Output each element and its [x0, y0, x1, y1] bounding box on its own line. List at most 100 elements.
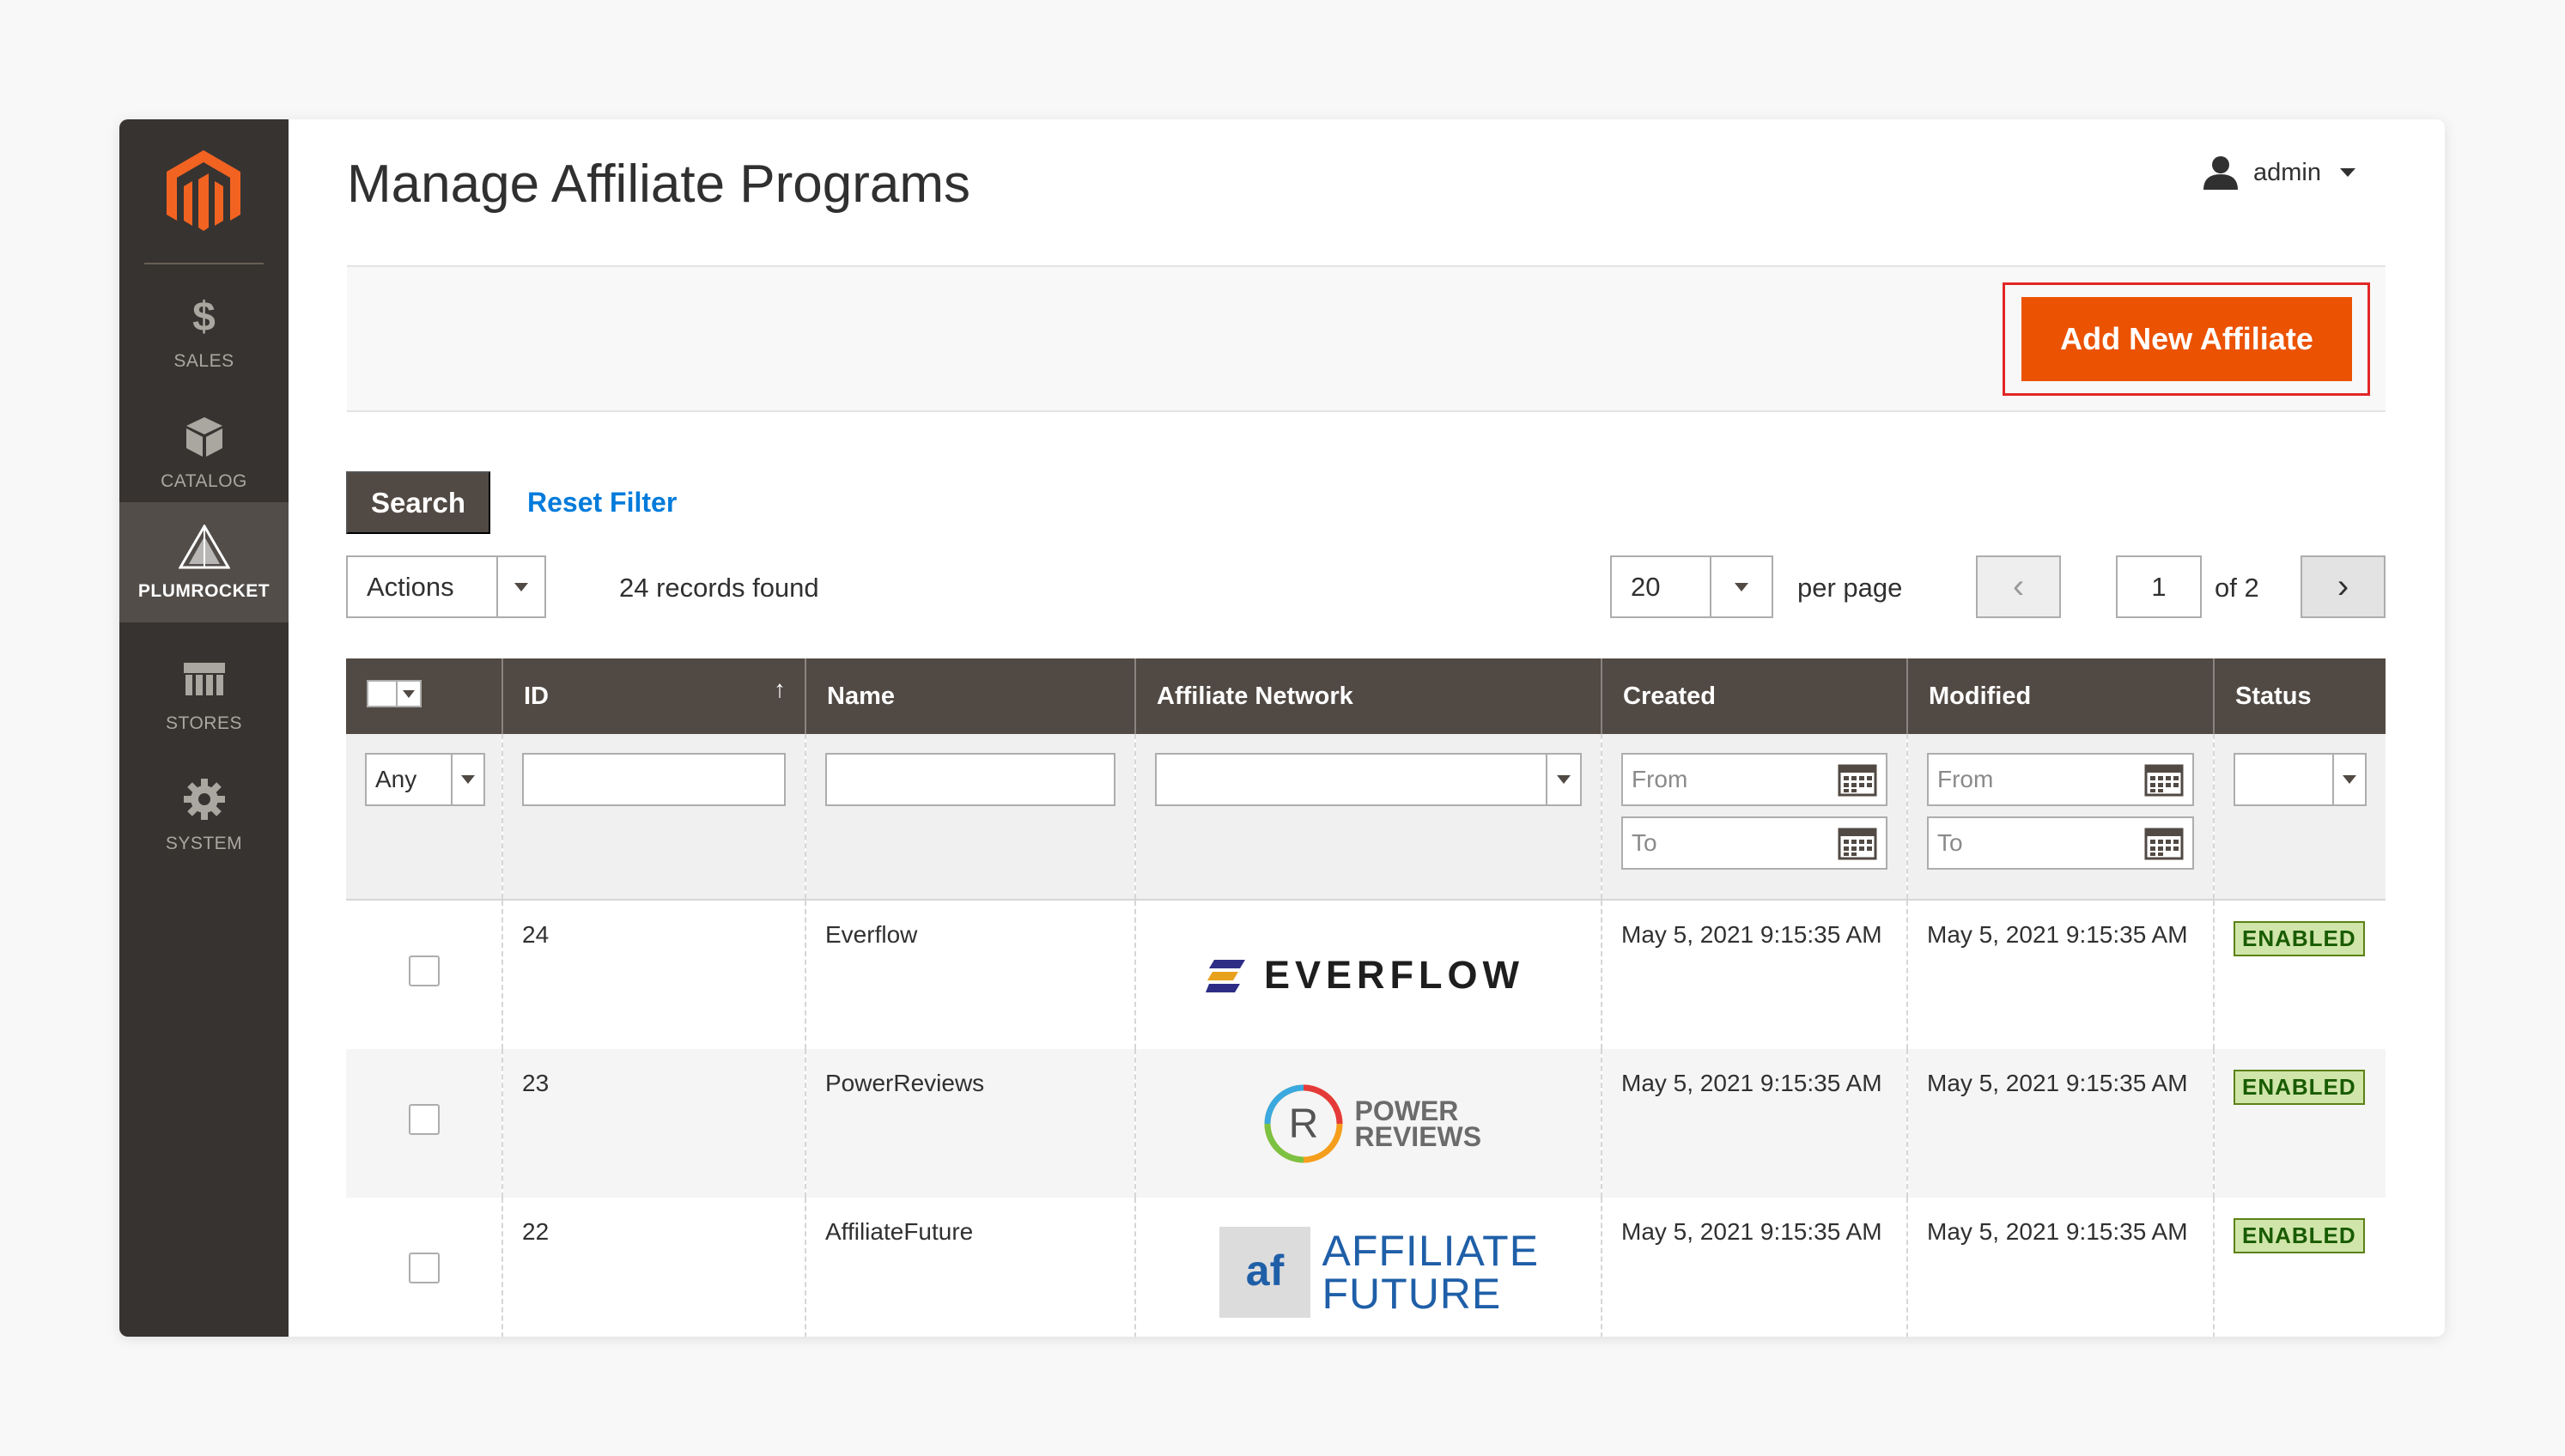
massaction-filter-select[interactable]: Any [365, 753, 485, 806]
svg-text:af: af [1245, 1247, 1284, 1295]
affiliatefuture-logo: af AFFILIATE FUTURE [1155, 1218, 1582, 1326]
svg-text:R: R [1288, 1101, 1318, 1147]
admin-user-menu[interactable]: admin [2202, 155, 2355, 190]
row-select-cell [346, 1198, 503, 1337]
id-cell: 23 [502, 1049, 806, 1198]
column-header-affiliate-network[interactable]: Affiliate Network [1135, 658, 1602, 734]
status-badge: ENABLED [2234, 921, 2365, 956]
mass-select-checkbox[interactable] [368, 682, 398, 706]
grid-header-row: ID ↑ Name Affiliate Network Created Modi… [346, 658, 2386, 734]
gear-icon [119, 774, 289, 825]
powerreviews-logo-mark-icon: R [1264, 1084, 1342, 1162]
network-cell: af AFFILIATE FUTURE [1135, 1198, 1602, 1337]
created-from-placeholder: From [1632, 766, 1688, 792]
magento-logo-icon[interactable] [167, 150, 240, 236]
affiliate-grid: ID ↑ Name Affiliate Network Created Modi… [346, 658, 2386, 1337]
filter-cell-modified: From To [1907, 734, 2215, 901]
calendar-icon[interactable] [1838, 762, 1877, 797]
row-select-cell [346, 1049, 503, 1198]
name-cell: Everflow [805, 900, 1136, 1049]
page-title: Manage Affiliate Programs [347, 155, 971, 214]
sidebar-item-label: SYSTEM [165, 834, 243, 853]
column-header-status[interactable]: Status [2214, 658, 2386, 734]
row-checkbox[interactable] [408, 1104, 440, 1135]
sidebar-item-label: PLUMROCKET [137, 581, 270, 601]
column-header-id[interactable]: ID ↑ [502, 658, 806, 734]
total-pages: of 2 [2215, 573, 2259, 603]
sidebar-item-catalog[interactable]: CATALOG [119, 392, 289, 513]
status-badge: ENABLED [2234, 1218, 2365, 1253]
chevron-left-icon: ‹ [2012, 567, 2025, 605]
name-filter-input[interactable] [825, 753, 1115, 806]
column-header-label: ID [524, 682, 549, 710]
column-header-created[interactable]: Created [1602, 658, 1908, 734]
row-checkbox[interactable] [408, 1253, 440, 1283]
modified-to-input[interactable]: To [1927, 816, 2194, 870]
modified-from-placeholder: From [1937, 766, 1994, 792]
column-header-label: Status [2235, 682, 2312, 710]
filter-cell-name [805, 734, 1136, 901]
sidebar-item-label: STORES [166, 713, 242, 733]
page-number-input[interactable]: 1 [2116, 555, 2202, 618]
sidebar-item-system[interactable]: SYSTEM [119, 755, 289, 875]
filter-cell-id [502, 734, 806, 901]
network-filter-select[interactable] [1155, 753, 1582, 806]
calendar-icon[interactable] [1838, 826, 1877, 860]
created-to-input[interactable]: To [1621, 816, 1887, 870]
powerreviews-logo-text: POWER REVIEWS [1354, 1095, 1482, 1152]
column-header-label: Name [827, 682, 895, 710]
chevron-down-icon [403, 689, 415, 698]
mass-select-header[interactable] [346, 658, 503, 734]
filter-cell-created: From To [1602, 734, 1908, 901]
box-icon [119, 411, 289, 463]
filter-cell-massaction: Any [346, 734, 503, 901]
table-row[interactable]: 24 Everflow EVERFLOW May 5, 2021 9:15:35… [346, 900, 2386, 1049]
per-page-label: per page [1797, 573, 1903, 603]
sidebar-item-stores[interactable]: STORES [119, 634, 289, 755]
row-checkbox[interactable] [408, 956, 440, 986]
modified-from-input[interactable]: From [1927, 753, 2194, 806]
chevron-down-icon [2332, 755, 2365, 804]
column-header-label: Created [1623, 682, 1716, 710]
calendar-icon[interactable] [2144, 762, 2184, 797]
column-header-label: Modified [1929, 682, 2032, 710]
actions-label: Actions [367, 571, 454, 602]
next-page-button[interactable]: › [2301, 555, 2386, 618]
sidebar: $ SALES CATALOG PLUMROCKET STORES SYSTEM [119, 119, 289, 1337]
network-cell: EVERFLOW [1135, 900, 1602, 1049]
sidebar-item-sales[interactable]: $ SALES [119, 272, 289, 392]
previous-page-button[interactable]: ‹ [1976, 555, 2061, 618]
column-header-label: Affiliate Network [1157, 682, 1353, 710]
status-filter-select[interactable] [2234, 753, 2367, 806]
row-select-cell [346, 900, 503, 1049]
table-row[interactable]: 22 AffiliateFuture af AFFILIATE FUTURE M… [346, 1198, 2386, 1337]
add-new-affiliate-button[interactable]: Add New Affiliate [2021, 297, 2352, 381]
status-cell: ENABLED [2214, 1198, 2386, 1337]
plumrocket-icon [119, 521, 289, 573]
table-row[interactable]: 23 PowerReviews R POWER REVIEWS May 5, 2… [346, 1049, 2386, 1198]
modified-to-placeholder: To [1937, 829, 1963, 856]
per-page-dropdown[interactable]: 20 [1610, 555, 1773, 618]
filter-cell-network [1135, 734, 1602, 901]
sidebar-item-plumrocket[interactable]: PLUMROCKET [119, 502, 289, 622]
sidebar-divider [144, 263, 264, 264]
created-from-input[interactable]: From [1621, 753, 1887, 806]
reset-filter-link[interactable]: Reset Filter [527, 487, 677, 519]
per-page-value: 20 [1631, 571, 1661, 602]
search-button[interactable]: Search [346, 471, 490, 534]
created-cell: May 5, 2021 9:15:35 AM [1602, 1049, 1908, 1198]
sort-ascending-icon: ↑ [774, 676, 786, 702]
column-header-modified[interactable]: Modified [1907, 658, 2215, 734]
status-cell: ENABLED [2214, 900, 2386, 1049]
id-filter-input[interactable] [522, 753, 786, 806]
status-badge: ENABLED [2234, 1070, 2365, 1105]
filter-row: Any From To From To [346, 734, 2386, 901]
calendar-icon[interactable] [2144, 826, 2184, 860]
actions-dropdown[interactable]: Actions [346, 555, 546, 618]
name-cell: PowerReviews [805, 1049, 1136, 1198]
status-cell: ENABLED [2214, 1049, 2386, 1198]
column-header-name[interactable]: Name [805, 658, 1136, 734]
dollar-icon: $ [192, 294, 216, 340]
created-cell: May 5, 2021 9:15:35 AM [1602, 900, 1908, 1049]
mass-select-dropdown[interactable] [367, 680, 422, 707]
